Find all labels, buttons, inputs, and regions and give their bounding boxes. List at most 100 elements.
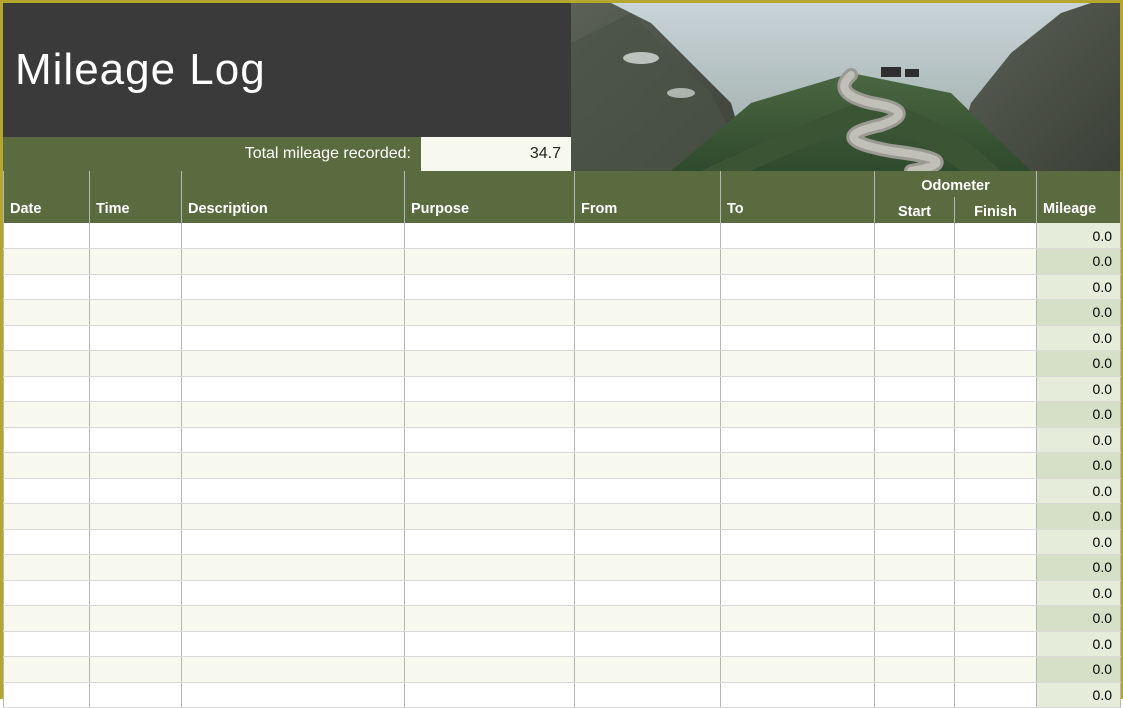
cell-to[interactable] [721, 300, 875, 326]
cell-odo-finish[interactable] [955, 478, 1037, 504]
cell-mileage[interactable]: 0.0 [1037, 453, 1121, 479]
cell-time[interactable] [90, 606, 182, 632]
cell-odo-start[interactable] [875, 402, 955, 428]
cell-to[interactable] [721, 580, 875, 606]
cell-from[interactable] [575, 274, 721, 300]
cell-description[interactable] [182, 580, 405, 606]
cell-description[interactable] [182, 631, 405, 657]
cell-mileage[interactable]: 0.0 [1037, 325, 1121, 351]
cell-odo-finish[interactable] [955, 300, 1037, 326]
cell-odo-finish[interactable] [955, 529, 1037, 555]
cell-date[interactable] [4, 351, 90, 377]
cell-from[interactable] [575, 300, 721, 326]
cell-purpose[interactable] [405, 427, 575, 453]
cell-date[interactable] [4, 249, 90, 275]
cell-mileage[interactable]: 0.0 [1037, 376, 1121, 402]
cell-odo-start[interactable] [875, 606, 955, 632]
cell-to[interactable] [721, 657, 875, 683]
cell-date[interactable] [4, 300, 90, 326]
cell-description[interactable] [182, 682, 405, 708]
cell-purpose[interactable] [405, 580, 575, 606]
cell-to[interactable] [721, 427, 875, 453]
cell-description[interactable] [182, 529, 405, 555]
cell-to[interactable] [721, 223, 875, 249]
cell-to[interactable] [721, 529, 875, 555]
cell-date[interactable] [4, 325, 90, 351]
cell-from[interactable] [575, 249, 721, 275]
cell-from[interactable] [575, 580, 721, 606]
cell-description[interactable] [182, 453, 405, 479]
cell-date[interactable] [4, 580, 90, 606]
cell-time[interactable] [90, 325, 182, 351]
cell-mileage[interactable]: 0.0 [1037, 580, 1121, 606]
cell-mileage[interactable]: 0.0 [1037, 478, 1121, 504]
cell-mileage[interactable]: 0.0 [1037, 555, 1121, 581]
cell-date[interactable] [4, 606, 90, 632]
cell-mileage[interactable]: 0.0 [1037, 223, 1121, 249]
cell-purpose[interactable] [405, 555, 575, 581]
cell-odo-start[interactable] [875, 529, 955, 555]
cell-odo-finish[interactable] [955, 223, 1037, 249]
cell-date[interactable] [4, 427, 90, 453]
cell-purpose[interactable] [405, 351, 575, 377]
cell-odo-finish[interactable] [955, 453, 1037, 479]
cell-from[interactable] [575, 325, 721, 351]
cell-to[interactable] [721, 249, 875, 275]
cell-from[interactable] [575, 529, 721, 555]
cell-odo-start[interactable] [875, 555, 955, 581]
cell-odo-start[interactable] [875, 325, 955, 351]
cell-time[interactable] [90, 351, 182, 377]
cell-description[interactable] [182, 376, 405, 402]
cell-date[interactable] [4, 376, 90, 402]
cell-purpose[interactable] [405, 478, 575, 504]
cell-to[interactable] [721, 504, 875, 530]
cell-odo-start[interactable] [875, 504, 955, 530]
cell-purpose[interactable] [405, 682, 575, 708]
cell-time[interactable] [90, 631, 182, 657]
cell-time[interactable] [90, 376, 182, 402]
cell-odo-finish[interactable] [955, 249, 1037, 275]
cell-time[interactable] [90, 657, 182, 683]
cell-purpose[interactable] [405, 300, 575, 326]
cell-odo-start[interactable] [875, 223, 955, 249]
cell-odo-start[interactable] [875, 300, 955, 326]
cell-to[interactable] [721, 631, 875, 657]
cell-from[interactable] [575, 351, 721, 377]
cell-date[interactable] [4, 453, 90, 479]
cell-from[interactable] [575, 376, 721, 402]
cell-from[interactable] [575, 453, 721, 479]
cell-from[interactable] [575, 682, 721, 708]
cell-time[interactable] [90, 555, 182, 581]
cell-odo-start[interactable] [875, 249, 955, 275]
cell-purpose[interactable] [405, 529, 575, 555]
cell-description[interactable] [182, 427, 405, 453]
cell-time[interactable] [90, 274, 182, 300]
cell-to[interactable] [721, 325, 875, 351]
cell-to[interactable] [721, 402, 875, 428]
cell-mileage[interactable]: 0.0 [1037, 274, 1121, 300]
cell-date[interactable] [4, 274, 90, 300]
cell-to[interactable] [721, 478, 875, 504]
cell-odo-finish[interactable] [955, 657, 1037, 683]
cell-to[interactable] [721, 453, 875, 479]
cell-odo-start[interactable] [875, 580, 955, 606]
cell-date[interactable] [4, 478, 90, 504]
cell-odo-finish[interactable] [955, 274, 1037, 300]
cell-description[interactable] [182, 351, 405, 377]
cell-odo-start[interactable] [875, 478, 955, 504]
cell-odo-finish[interactable] [955, 402, 1037, 428]
cell-mileage[interactable]: 0.0 [1037, 631, 1121, 657]
cell-mileage[interactable]: 0.0 [1037, 249, 1121, 275]
cell-description[interactable] [182, 555, 405, 581]
cell-purpose[interactable] [405, 631, 575, 657]
cell-date[interactable] [4, 682, 90, 708]
cell-odo-start[interactable] [875, 453, 955, 479]
cell-odo-finish[interactable] [955, 427, 1037, 453]
cell-odo-start[interactable] [875, 682, 955, 708]
cell-mileage[interactable]: 0.0 [1037, 657, 1121, 683]
cell-description[interactable] [182, 606, 405, 632]
cell-time[interactable] [90, 478, 182, 504]
cell-description[interactable] [182, 325, 405, 351]
cell-time[interactable] [90, 453, 182, 479]
cell-purpose[interactable] [405, 325, 575, 351]
